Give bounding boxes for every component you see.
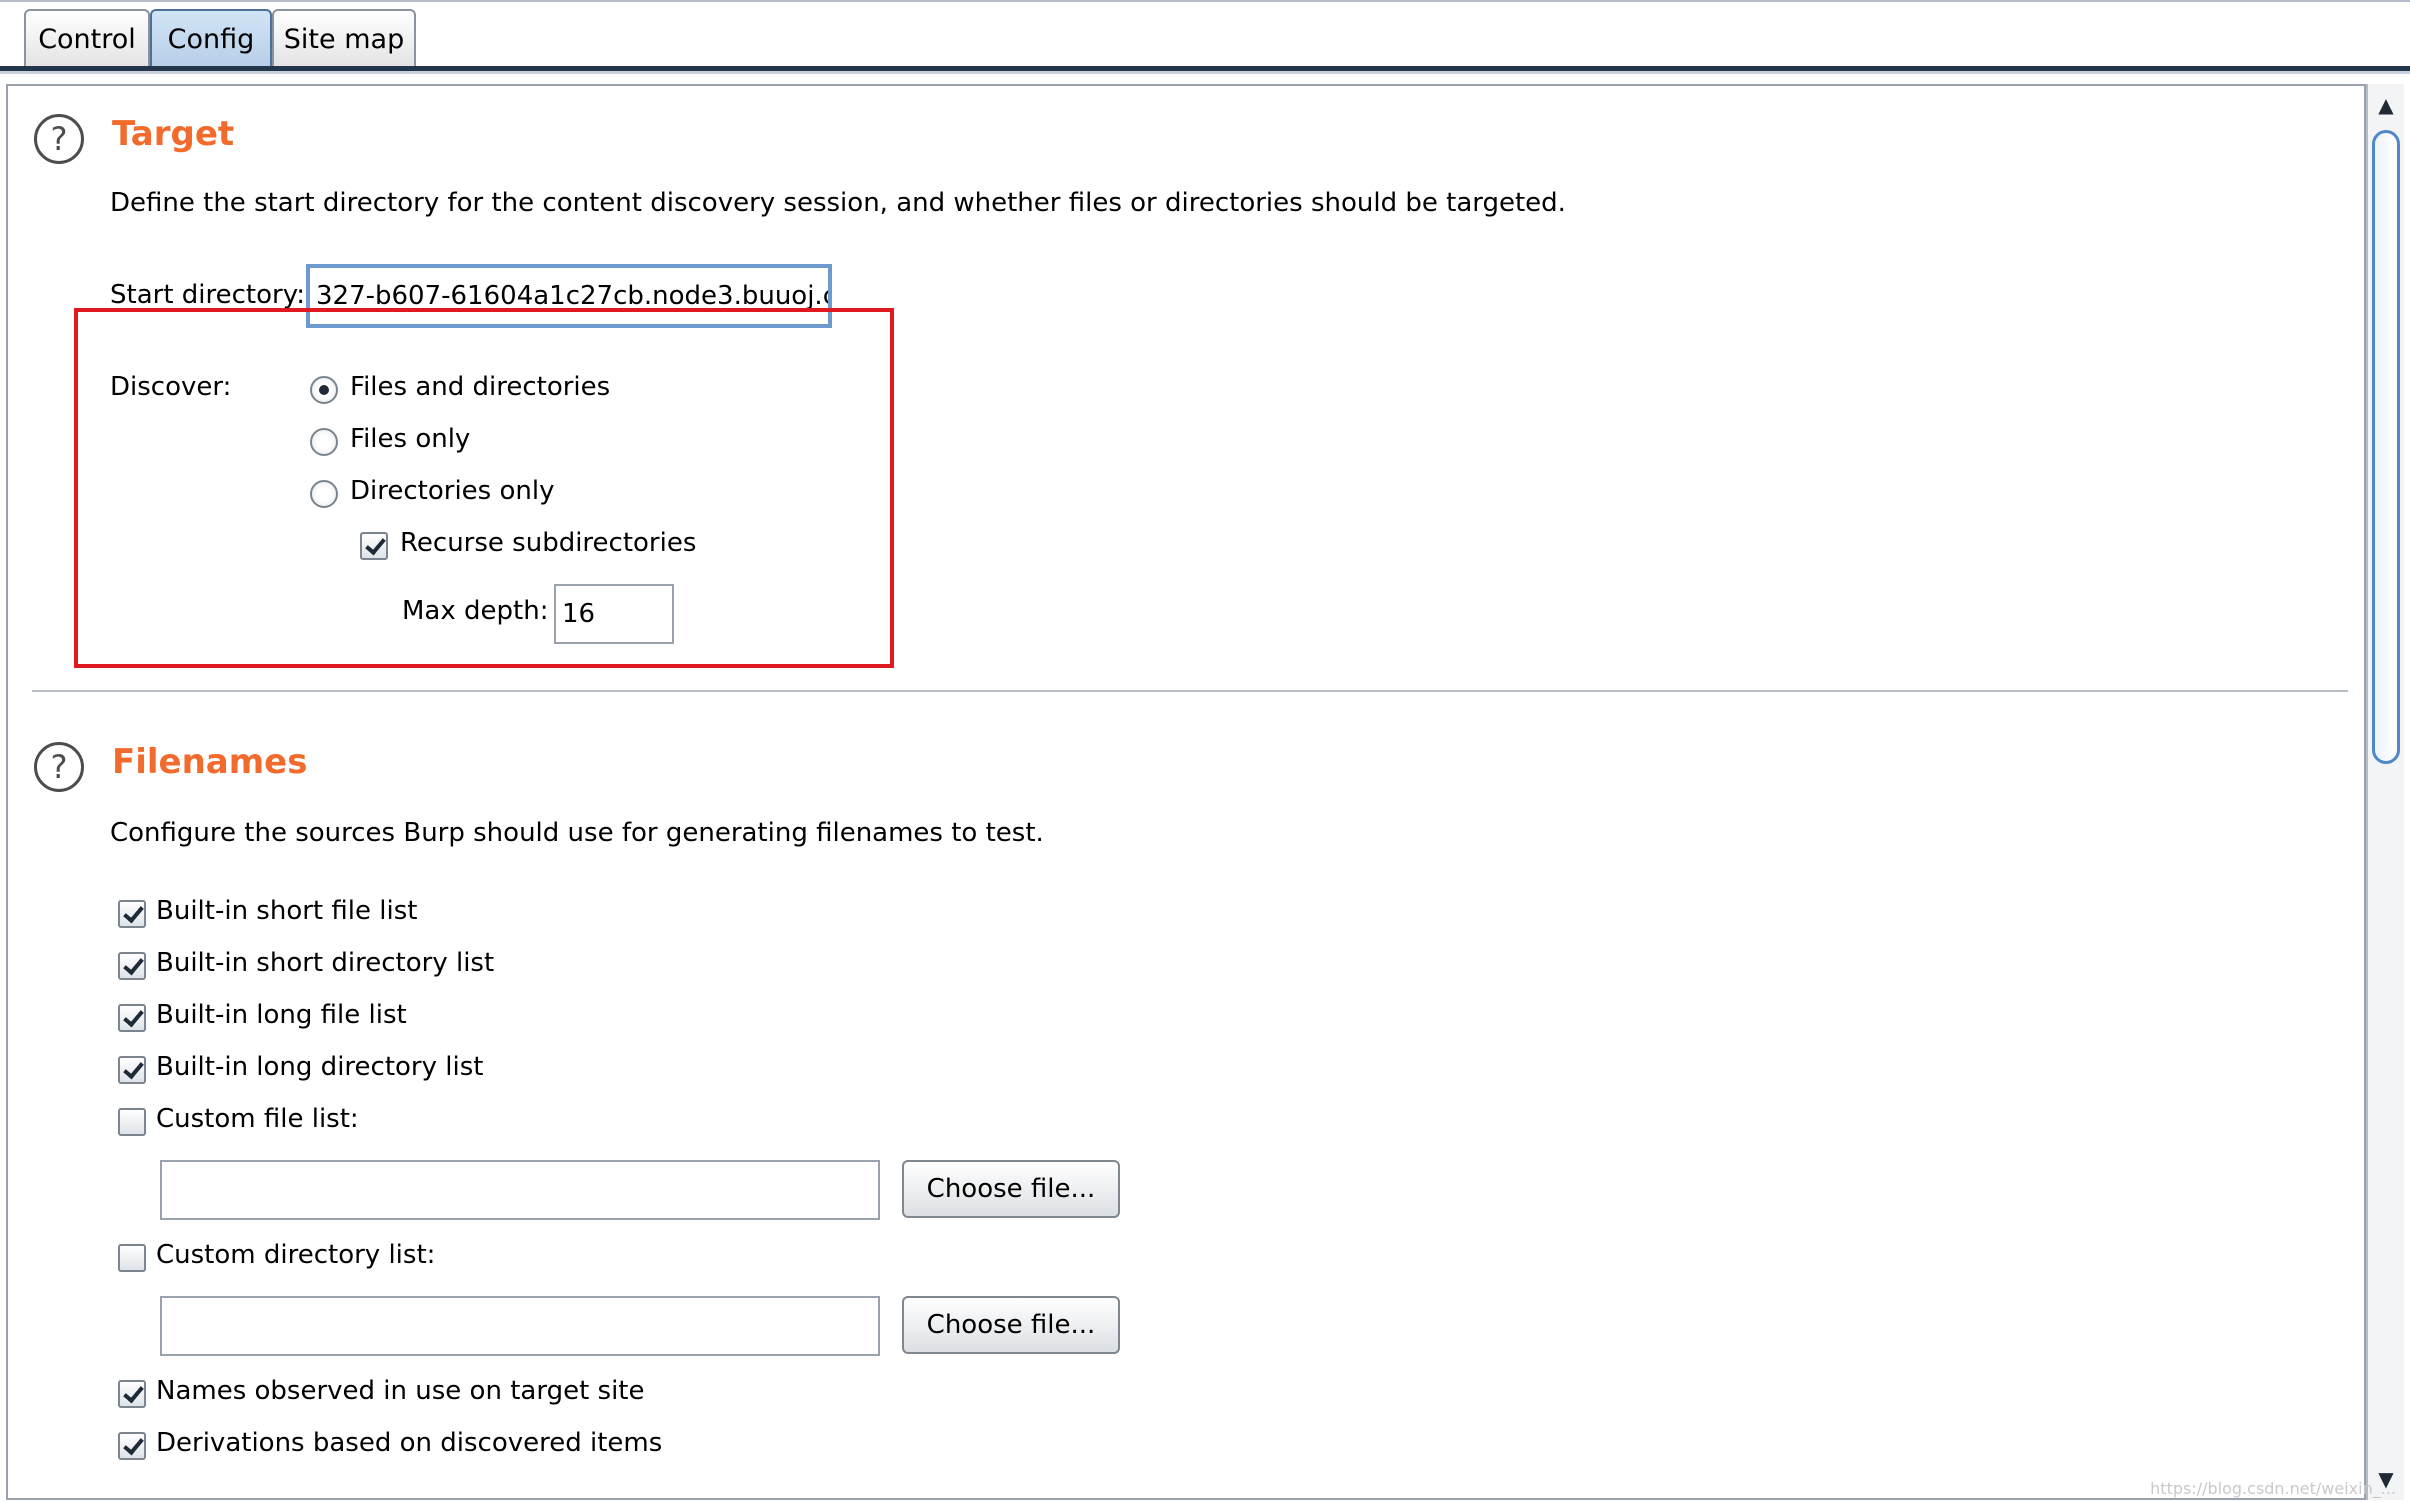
- discover-files-only-radio[interactable]: [310, 428, 338, 456]
- recurse-subdirectories-label: Recurse subdirectories: [400, 528, 697, 558]
- filenames-description: Configure the sources Burp should use fo…: [110, 818, 1044, 848]
- discover-label: Discover:: [110, 372, 232, 402]
- choose-custom-file-button[interactable]: Choose file...: [902, 1160, 1120, 1218]
- section-divider: [32, 690, 2348, 692]
- target-description: Define the start directory for the conte…: [110, 188, 1566, 218]
- tab-control[interactable]: Control: [24, 9, 150, 66]
- start-directory-input[interactable]: 327-b607-61604a1c27cb.node3.buuoj.cn/: [306, 264, 832, 328]
- builtin-long-file-list-checkbox[interactable]: [118, 1004, 146, 1032]
- builtin-long-directory-list-checkbox[interactable]: [118, 1056, 146, 1084]
- filename-option-label: Custom file list:: [156, 1104, 359, 1134]
- tab-config[interactable]: Config: [150, 9, 272, 66]
- filename-option-label: Derivations based on discovered items: [156, 1428, 663, 1458]
- builtin-short-directory-list-checkbox[interactable]: [118, 952, 146, 980]
- custom-file-list-checkbox[interactable]: [118, 1108, 146, 1136]
- filename-option-label: Custom directory list:: [156, 1240, 436, 1270]
- discover-files-and-directories-radio[interactable]: [310, 376, 338, 404]
- discover-option-label: Files and directories: [350, 372, 611, 402]
- watermark: https://blog.csdn.net/weixin_...: [2150, 1479, 2396, 1498]
- target-help-icon[interactable]: ?: [34, 114, 84, 164]
- discover-directories-only-radio[interactable]: [310, 480, 338, 508]
- recurse-subdirectories-checkbox[interactable]: [360, 532, 388, 560]
- scroll-thumb[interactable]: [2372, 130, 2400, 764]
- names-observed-checkbox[interactable]: [118, 1380, 146, 1408]
- filenames-section-title: Filenames: [112, 742, 308, 782]
- filenames-help-icon[interactable]: ?: [34, 742, 84, 792]
- tab-divider-shadow: [0, 71, 2410, 74]
- max-depth-label: Max depth:: [402, 596, 549, 626]
- tab-site-map[interactable]: Site map: [272, 9, 416, 66]
- builtin-short-file-list-checkbox[interactable]: [118, 900, 146, 928]
- scroll-up-arrow-icon[interactable]: ▲: [2368, 86, 2404, 124]
- filename-option-label: Built-in long file list: [156, 1000, 407, 1030]
- start-directory-label: Start directory:: [110, 280, 305, 310]
- custom-directory-list-checkbox[interactable]: [118, 1244, 146, 1272]
- filename-option-label: Built-in short file list: [156, 896, 418, 926]
- choose-custom-directory-button[interactable]: Choose file...: [902, 1296, 1120, 1354]
- target-section-title: Target: [112, 114, 235, 154]
- filename-option-label: Names observed in use on target site: [156, 1376, 645, 1406]
- max-depth-input[interactable]: 16: [554, 584, 674, 644]
- filename-option-label: Built-in short directory list: [156, 948, 495, 978]
- tab-strip: Control Config Site map: [0, 0, 2410, 74]
- filename-option-label: Built-in long directory list: [156, 1052, 484, 1082]
- vertical-scrollbar[interactable]: ▲ ▼: [2366, 84, 2404, 1500]
- custom-directory-list-input[interactable]: [160, 1296, 880, 1356]
- custom-file-list-input[interactable]: [160, 1160, 880, 1220]
- discover-option-label: Directories only: [350, 476, 555, 506]
- derivations-checkbox[interactable]: [118, 1432, 146, 1460]
- config-panel: ? Target Define the start directory for …: [6, 84, 2366, 1500]
- discover-option-label: Files only: [350, 424, 471, 454]
